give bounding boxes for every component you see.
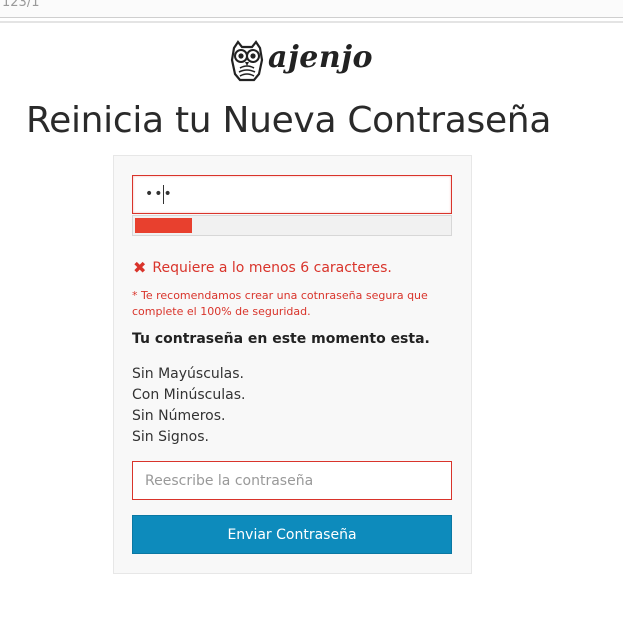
status-item-lowercase: Con Minúsculas. xyxy=(132,387,246,403)
confirm-password-input[interactable] xyxy=(132,461,452,500)
divider xyxy=(0,21,623,23)
new-password-input[interactable]: ••• xyxy=(132,175,452,214)
page-title: Reinicia tu Nueva Contraseña xyxy=(26,100,552,141)
password-strength-meter xyxy=(132,215,452,236)
logo-wordmark: ajenjo xyxy=(268,40,374,75)
submit-password-button[interactable]: Enviar Contraseña xyxy=(132,515,452,554)
owl-icon xyxy=(230,40,264,82)
x-icon: ✖ xyxy=(133,258,147,277)
password-mask: ••• xyxy=(145,186,173,202)
status-item-numbers: Sin Números. xyxy=(132,408,226,424)
status-item-uppercase: Sin Mayúsculas. xyxy=(132,366,244,382)
status-item-symbols: Sin Signos. xyxy=(132,429,209,445)
address-text: 123/1 xyxy=(2,0,40,10)
browser-address-bar[interactable]: 123/1 xyxy=(0,0,623,18)
logo[interactable]: ajenjo xyxy=(228,40,373,84)
password-status-list: Sin Mayúsculas. Con Minúsculas. Sin Núme… xyxy=(132,364,245,448)
validation-error-text: Requiere a lo menos 6 caracteres. xyxy=(152,260,392,276)
text-caret xyxy=(163,185,164,204)
password-hint: * Te recomendamos crear una cotnraseña s… xyxy=(132,289,428,318)
validation-error: ✖ Requiere a lo menos 6 caracteres. xyxy=(133,258,392,278)
password-status-heading: Tu contraseña en este momento esta. xyxy=(132,331,430,347)
password-strength-fill xyxy=(135,218,192,233)
